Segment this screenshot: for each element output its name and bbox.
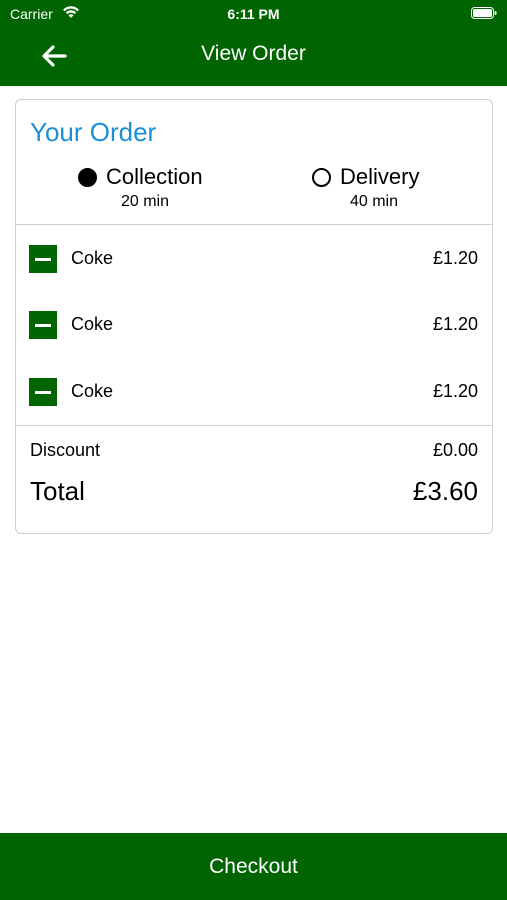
divider xyxy=(16,425,492,426)
delivery-radio[interactable] xyxy=(312,167,331,187)
delivery-time: 40 min xyxy=(349,193,399,210)
order-item-row: Coke £1.20 xyxy=(16,233,492,283)
collection-radio[interactable] xyxy=(78,167,97,187)
order-item-row: Coke £1.20 xyxy=(16,299,492,349)
status-time: 6:11 PM xyxy=(227,6,280,22)
app-header: Carrier 6:11 PM View Order xyxy=(0,0,507,86)
collection-label: Collection xyxy=(106,164,203,189)
minus-icon xyxy=(35,323,51,327)
item-name: Coke xyxy=(71,381,114,401)
item-price: £1.20 xyxy=(432,248,478,268)
status-bar: Carrier 6:11 PM xyxy=(0,0,507,28)
delivery-option[interactable]: Delivery 40 min xyxy=(312,164,442,211)
collection-time: 20 min xyxy=(120,193,170,210)
discount-label: Discount xyxy=(30,440,101,460)
remove-item-button[interactable] xyxy=(29,311,57,339)
item-name: Coke xyxy=(71,314,114,334)
order-heading: Your Order xyxy=(30,117,157,147)
divider xyxy=(16,224,492,225)
battery-icon xyxy=(471,7,497,19)
order-card: Your Order Collection 20 min Delivery 40… xyxy=(15,99,493,534)
collection-option[interactable]: Collection 20 min xyxy=(78,164,228,211)
remove-item-button[interactable] xyxy=(29,245,57,273)
discount-value: £0.00 xyxy=(432,440,478,460)
delivery-label: Delivery xyxy=(340,164,420,189)
item-price: £1.20 xyxy=(432,381,478,401)
order-item-row: Coke £1.20 xyxy=(16,366,492,416)
minus-icon xyxy=(35,257,51,261)
total-label: Total xyxy=(30,476,85,506)
item-price: £1.20 xyxy=(432,314,478,334)
minus-icon xyxy=(35,390,51,394)
remove-item-button[interactable] xyxy=(29,378,57,406)
page-title: View Order xyxy=(201,42,306,65)
item-name: Coke xyxy=(71,248,114,268)
total-value: £3.60 xyxy=(412,476,478,506)
checkout-button[interactable]: Checkout xyxy=(0,833,507,900)
